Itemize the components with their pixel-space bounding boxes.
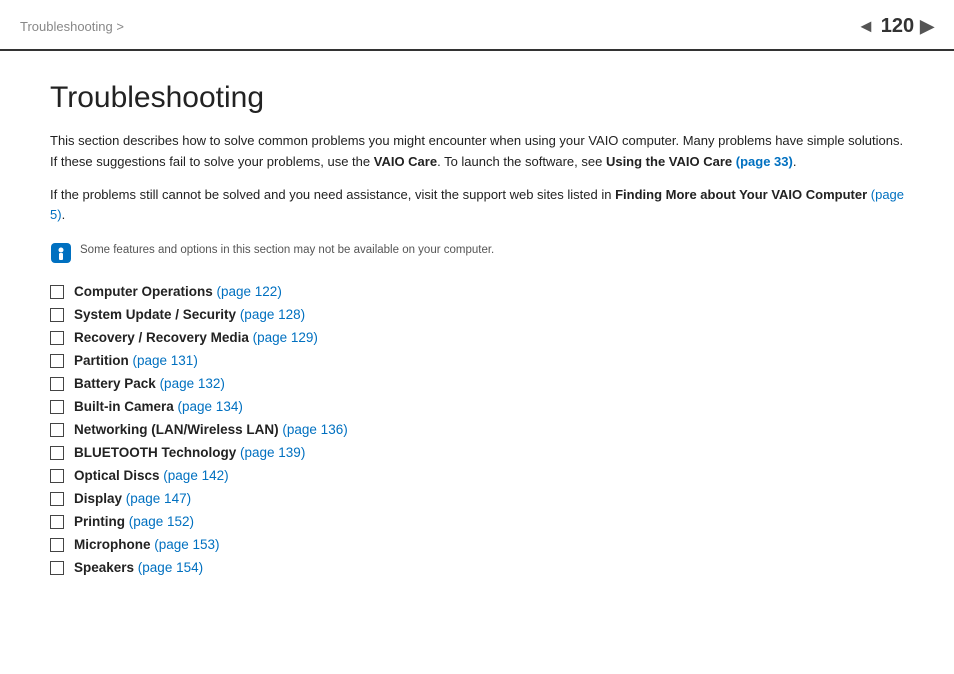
topic-label: Recovery / Recovery Media (page 129) [74, 330, 318, 345]
list-item: Networking (LAN/Wireless LAN) (page 136) [50, 422, 904, 437]
intro-paragraph-1: This section describes how to solve comm… [50, 131, 904, 173]
topic-label: Printing (page 152) [74, 514, 194, 529]
intro1-end: . [793, 154, 797, 169]
topic-label: Speakers (page 154) [74, 560, 203, 575]
intro-paragraph-2: If the problems still cannot be solved a… [50, 185, 904, 227]
list-item: System Update / Security (page 128) [50, 307, 904, 322]
checkbox-icon [50, 331, 64, 345]
page-number: 120 [881, 15, 914, 38]
intro1-mid: . To launch the software, see [437, 154, 606, 169]
top-bar: Troubleshooting > ◄ 120 ▶ [0, 0, 954, 51]
intro2-start: If the problems still cannot be solved a… [50, 187, 615, 202]
topic-link[interactable]: (page 128) [240, 307, 305, 322]
topic-label: BLUETOOTH Technology (page 139) [74, 445, 305, 460]
topic-link[interactable]: (page 153) [154, 537, 219, 552]
checkbox-icon [50, 446, 64, 460]
vaio-care-bold: VAIO Care [374, 154, 437, 169]
note-text: Some features and options in this sectio… [80, 242, 494, 259]
topic-link[interactable]: (page 131) [133, 353, 198, 368]
list-item: Computer Operations (page 122) [50, 284, 904, 299]
checkbox-icon [50, 423, 64, 437]
topic-link[interactable]: (page 122) [217, 284, 282, 299]
breadcrumb: Troubleshooting > [20, 19, 124, 34]
topic-label: Computer Operations (page 122) [74, 284, 282, 299]
checkbox-icon [50, 285, 64, 299]
note-icon [50, 242, 72, 264]
list-item: Partition (page 131) [50, 353, 904, 368]
topic-label: Networking (LAN/Wireless LAN) (page 136) [74, 422, 348, 437]
list-item: Battery Pack (page 132) [50, 376, 904, 391]
page-number-area: ◄ 120 ▶ [857, 15, 934, 38]
topic-list: Computer Operations (page 122) System Upd… [50, 284, 904, 575]
checkbox-icon [50, 308, 64, 322]
topic-link[interactable]: (page 147) [126, 491, 191, 506]
finding-more-bold: Finding More about Your VAIO Computer [615, 187, 867, 202]
checkbox-icon [50, 377, 64, 391]
topic-label: Optical Discs (page 142) [74, 468, 229, 483]
checkbox-icon [50, 400, 64, 414]
topic-label: Partition (page 131) [74, 353, 198, 368]
list-item: Optical Discs (page 142) [50, 468, 904, 483]
page33-link[interactable]: (page 33) [736, 154, 793, 169]
topic-link[interactable]: (page 132) [160, 376, 225, 391]
arrow-right-icon: ▶ [920, 16, 934, 37]
topic-label: Built-in Camera (page 134) [74, 399, 243, 414]
topic-label: Battery Pack (page 132) [74, 376, 225, 391]
checkbox-icon [50, 469, 64, 483]
note-box: Some features and options in this sectio… [50, 242, 904, 264]
page-title: Troubleshooting [50, 81, 904, 115]
topic-link[interactable]: (page 152) [129, 514, 194, 529]
main-content: Troubleshooting This section describes h… [0, 51, 954, 613]
topic-link[interactable]: (page 134) [178, 399, 243, 414]
checkbox-icon [50, 561, 64, 575]
checkbox-icon [50, 492, 64, 506]
list-item: Printing (page 152) [50, 514, 904, 529]
topic-link[interactable]: (page 129) [253, 330, 318, 345]
topic-link[interactable]: (page 136) [282, 422, 347, 437]
topic-link[interactable]: (page 154) [138, 560, 203, 575]
checkbox-icon [50, 515, 64, 529]
list-item: Microphone (page 153) [50, 537, 904, 552]
topic-link[interactable]: (page 139) [240, 445, 305, 460]
list-item: Recovery / Recovery Media (page 129) [50, 330, 904, 345]
page-arrow-icon: ◄ [857, 16, 875, 37]
topic-label: Microphone (page 153) [74, 537, 220, 552]
topic-link[interactable]: (page 142) [163, 468, 228, 483]
checkbox-icon [50, 538, 64, 552]
topic-label: System Update / Security (page 128) [74, 307, 305, 322]
using-vaio-care-bold: Using the VAIO Care (page 33) [606, 154, 793, 169]
list-item: Speakers (page 154) [50, 560, 904, 575]
list-item: Built-in Camera (page 134) [50, 399, 904, 414]
checkbox-icon [50, 354, 64, 368]
list-item: BLUETOOTH Technology (page 139) [50, 445, 904, 460]
intro2-end: . [62, 207, 66, 222]
list-item: Display (page 147) [50, 491, 904, 506]
topic-label: Display (page 147) [74, 491, 191, 506]
